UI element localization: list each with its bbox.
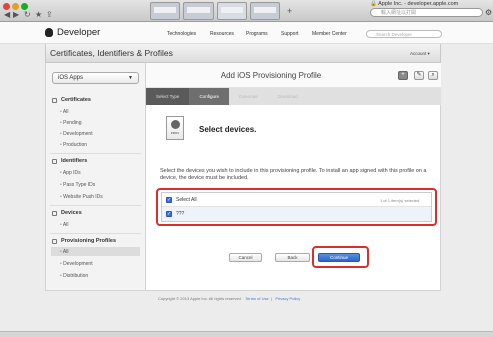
wizard-steps: Select Type Configure Generate Download bbox=[146, 88, 441, 105]
section-title: Devices bbox=[61, 210, 82, 216]
nav-support[interactable]: Support bbox=[281, 31, 299, 37]
apple-logo-icon bbox=[45, 28, 53, 37]
tab-thumbnail[interactable] bbox=[150, 2, 181, 20]
lock-icon: 🔒 bbox=[370, 1, 377, 7]
nav-technologies[interactable]: Technologies bbox=[167, 31, 196, 37]
instructions-text: Select the devices you wish to include i… bbox=[160, 168, 427, 181]
page-section-title: Certificates, Identifiers & Profiles bbox=[50, 48, 173, 58]
address-domain: Apple Inc. bbox=[378, 1, 403, 7]
sidebar-item-devices-all[interactable]: All bbox=[60, 222, 69, 228]
footer: Copyright © 2013 Apple Inc. All rights r… bbox=[158, 296, 301, 301]
account-menu[interactable]: Account ▾ bbox=[410, 51, 430, 57]
sidebar-item-app-ids[interactable]: App IDs bbox=[60, 170, 81, 176]
sidebar-item-profiles-distribution[interactable]: Distribution bbox=[60, 273, 88, 279]
sidebar-item-profiles-all[interactable]: All bbox=[60, 249, 69, 255]
tab-thumbnail[interactable] bbox=[183, 2, 214, 20]
platform-select-value: iOS Apps bbox=[58, 75, 84, 81]
browser-search-input[interactable]: 輸入網址以打開 bbox=[370, 8, 483, 17]
sidebar-item-profiles-development[interactable]: Development bbox=[60, 261, 92, 267]
nav-programs[interactable]: Programs bbox=[246, 31, 268, 37]
tab-thumbnails bbox=[150, 2, 280, 20]
back-button[interactable]: Back bbox=[275, 253, 310, 262]
chevron-down-icon: ▼ bbox=[128, 75, 133, 81]
step-download: Download bbox=[277, 94, 298, 99]
nav-member-center[interactable]: Member Center bbox=[312, 31, 347, 37]
developer-search-input[interactable]: Search Developer bbox=[366, 30, 442, 38]
address-bar[interactable]: 🔒 Apple Inc. - developer.apple.com bbox=[370, 1, 458, 7]
section-title: Identifiers bbox=[61, 158, 88, 164]
zoom-window-button[interactable] bbox=[21, 3, 28, 10]
certificate-icon bbox=[52, 97, 57, 103]
minimize-window-button[interactable] bbox=[12, 3, 19, 10]
sidebar-section-devices: Devices bbox=[52, 210, 82, 216]
sidebar-section-provisioning-profiles: Provisioning Profiles bbox=[52, 238, 116, 244]
divider bbox=[50, 153, 141, 154]
cancel-button[interactable]: Cancel bbox=[229, 253, 262, 262]
device-list-highlight bbox=[156, 188, 437, 226]
edit-icon[interactable]: ✎ bbox=[414, 71, 424, 80]
sidebar-item-pending[interactable]: Pending bbox=[60, 120, 81, 126]
step-configure: Configure bbox=[189, 88, 229, 105]
platform-select[interactable]: iOS Apps ▼ bbox=[52, 72, 139, 84]
search-icon[interactable]: ⌕ bbox=[428, 71, 438, 80]
provisioning-profile-icon: PROV bbox=[166, 116, 184, 140]
sidebar-item-pass-type-ids[interactable]: Pass Type IDs bbox=[60, 182, 95, 188]
divider bbox=[50, 205, 141, 206]
section-title: Provisioning Profiles bbox=[61, 238, 117, 244]
close-window-button[interactable] bbox=[3, 3, 10, 10]
copyright-text: Copyright © 2013 Apple Inc. All rights r… bbox=[158, 296, 242, 301]
brand-text: Developer bbox=[57, 27, 101, 38]
tab-thumbnail[interactable] bbox=[216, 2, 247, 20]
step-generate: Generate bbox=[238, 94, 258, 99]
device-icon bbox=[52, 210, 57, 216]
new-tab-icon[interactable]: + bbox=[287, 6, 292, 16]
section-heading: Select devices. bbox=[199, 125, 257, 134]
sidebar-item-development[interactable]: Development bbox=[60, 131, 92, 137]
sidebar-section-certificates: Certificates bbox=[52, 97, 91, 103]
profile-icon bbox=[52, 238, 57, 244]
terms-link[interactable]: Terms of Use bbox=[245, 296, 269, 301]
forward-icon[interactable]: ▶ bbox=[13, 10, 19, 19]
sidebar-item-website-push-ids[interactable]: Website Push IDs bbox=[60, 194, 103, 200]
privacy-link[interactable]: Privacy Policy bbox=[275, 296, 300, 301]
browser-status-bar bbox=[0, 331, 493, 337]
sidebar-item-certificates-all[interactable]: All bbox=[60, 109, 69, 115]
bookmark-icon[interactable]: ★ bbox=[35, 10, 42, 19]
section-title: Certificates bbox=[61, 97, 91, 103]
identifier-icon bbox=[52, 158, 57, 164]
settings-gear-icon[interactable]: ⚙ bbox=[485, 8, 493, 17]
sidebar-item-production[interactable]: Production bbox=[60, 142, 87, 148]
developer-brand[interactable]: Developer bbox=[45, 27, 100, 38]
reload-icon[interactable]: ↻ bbox=[24, 10, 31, 19]
share-icon[interactable]: ⇪ bbox=[46, 10, 53, 19]
step-select-type: Select Type bbox=[146, 88, 190, 105]
divider bbox=[50, 233, 141, 234]
back-icon[interactable]: ◀ bbox=[4, 10, 10, 19]
add-icon[interactable]: + bbox=[398, 71, 408, 80]
sidebar-section-identifiers: Identifiers bbox=[52, 158, 87, 164]
tab-thumbnail[interactable] bbox=[249, 2, 280, 20]
nav-resources[interactable]: Resources bbox=[210, 31, 234, 37]
address-url: developer.apple.com bbox=[407, 1, 459, 7]
main-title: Add iOS Provisioning Profile bbox=[220, 71, 322, 80]
continue-button-highlight bbox=[312, 246, 369, 268]
